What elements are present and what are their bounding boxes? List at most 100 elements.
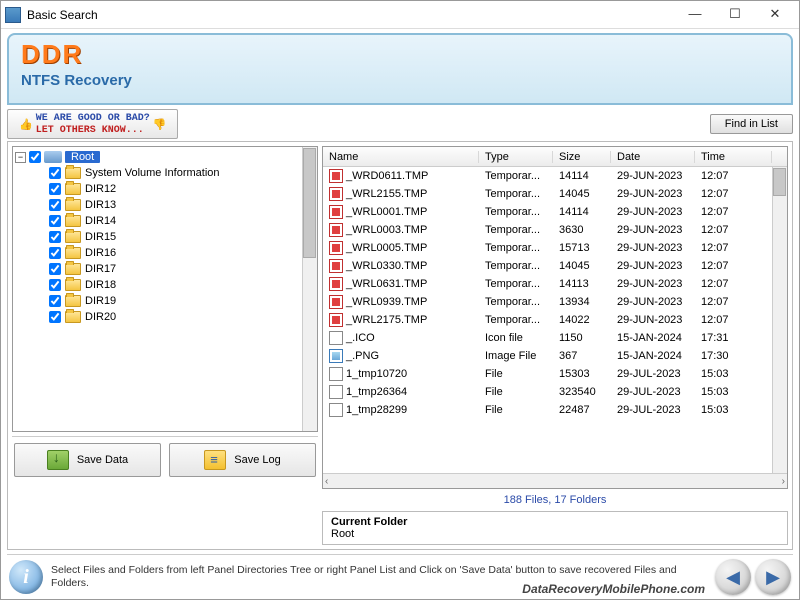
list-scrollbar-v[interactable] (772, 167, 787, 473)
cell-size: 14045 (553, 260, 611, 272)
cell-size: 367 (553, 350, 611, 362)
scroll-left-icon[interactable]: ‹ (325, 476, 328, 487)
cell-date: 29-JUL-2023 (611, 386, 695, 398)
list-row[interactable]: _WRD0611.TMPTemporar...1411429-JUN-20231… (323, 167, 787, 185)
list-row[interactable]: _WRL0001.TMPTemporar...1411429-JUN-20231… (323, 203, 787, 221)
tree-item[interactable]: DIR17 (49, 261, 315, 277)
back-button[interactable]: ◀ (715, 559, 751, 595)
tree-scrollbar-thumb[interactable] (303, 148, 316, 258)
list-row[interactable]: _.ICOIcon file115015-JAN-202417:31 (323, 329, 787, 347)
tree-root-row[interactable]: − Root (15, 151, 315, 163)
cell-type: Temporar... (479, 224, 553, 236)
tree-scrollbar[interactable] (302, 147, 317, 431)
tree-item[interactable]: DIR13 (49, 197, 315, 213)
tree-item[interactable]: System Volume Information (49, 165, 315, 181)
cell-date: 29-JUN-2023 (611, 314, 695, 326)
cell-type: Temporar... (479, 188, 553, 200)
tree-item[interactable]: DIR16 (49, 245, 315, 261)
tree-item[interactable]: DIR15 (49, 229, 315, 245)
maximize-button[interactable]: ☐ (715, 2, 755, 28)
list-row[interactable]: _WRL0631.TMPTemporar...1411329-JUN-20231… (323, 275, 787, 293)
cell-type: File (479, 404, 553, 416)
tree-item-label: DIR17 (85, 263, 116, 275)
cell-size: 14113 (553, 278, 611, 290)
cell-type: File (479, 386, 553, 398)
header-size[interactable]: Size (553, 151, 611, 163)
tree-item[interactable]: DIR18 (49, 277, 315, 293)
minimize-button[interactable]: — (675, 2, 715, 28)
tree-item-checkbox[interactable] (49, 295, 61, 307)
cell-date: 29-JUL-2023 (611, 404, 695, 416)
tree-item-checkbox[interactable] (49, 231, 61, 243)
list-row[interactable]: _.PNGImage File36715-JAN-202417:30 (323, 347, 787, 365)
feedback-button[interactable]: 👍 WE ARE GOOD OR BAD? LET OTHERS KNOW...… (7, 109, 178, 139)
cell-size: 3630 (553, 224, 611, 236)
folder-icon (65, 279, 81, 291)
list-scrollbar-h[interactable]: ‹› (323, 473, 787, 488)
list-row[interactable]: _WRL2175.TMPTemporar...1402229-JUN-20231… (323, 311, 787, 329)
tree-item-checkbox[interactable] (49, 263, 61, 275)
save-log-button[interactable]: Save Log (169, 443, 316, 477)
brand-logo: DDR (21, 39, 779, 70)
app-icon (5, 7, 21, 23)
folder-icon (65, 295, 81, 307)
file-icon (329, 331, 343, 345)
list-scrollbar-v-thumb[interactable] (773, 168, 786, 196)
tree-item-checkbox[interactable] (49, 167, 61, 179)
tree-item-label: DIR18 (85, 279, 116, 291)
save-data-button[interactable]: Save Data (14, 443, 161, 477)
directory-tree[interactable]: − Root System Volume InformationDIR12DIR… (12, 146, 318, 432)
tree-item-checkbox[interactable] (49, 183, 61, 195)
tree-item-checkbox[interactable] (49, 215, 61, 227)
list-row[interactable]: _WRL2155.TMPTemporar...1404529-JUN-20231… (323, 185, 787, 203)
cell-date: 29-JUL-2023 (611, 368, 695, 380)
footer: i Select Files and Folders from left Pan… (7, 554, 793, 595)
header-type[interactable]: Type (479, 151, 553, 163)
list-row[interactable]: _WRL0330.TMPTemporar...1404529-JUN-20231… (323, 257, 787, 275)
collapse-icon[interactable]: − (15, 152, 26, 163)
cell-type: Temporar... (479, 278, 553, 290)
tree-item[interactable]: DIR19 (49, 293, 315, 309)
tree-item-checkbox[interactable] (49, 247, 61, 259)
disk-icon (44, 151, 62, 163)
tree-item[interactable]: DIR12 (49, 181, 315, 197)
tree-item-checkbox[interactable] (49, 199, 61, 211)
list-row[interactable]: _WRL0003.TMPTemporar...363029-JUN-202312… (323, 221, 787, 239)
list-row[interactable]: 1_tmp26364File32354029-JUL-202315:03 (323, 383, 787, 401)
cell-type: Temporar... (479, 242, 553, 254)
cell-type: Temporar... (479, 296, 553, 308)
header-date[interactable]: Date (611, 151, 695, 163)
product-subtitle: NTFS Recovery (21, 72, 779, 89)
tree-item-label: DIR14 (85, 215, 116, 227)
titlebar: Basic Search — ☐ ✕ (1, 1, 799, 29)
header-time[interactable]: Time (695, 151, 772, 163)
root-checkbox[interactable] (29, 151, 41, 163)
main-panel: − Root System Volume InformationDIR12DIR… (7, 141, 793, 550)
file-icon (329, 385, 343, 399)
tree-item[interactable]: DIR20 (49, 309, 315, 325)
list-row[interactable]: _WRL0939.TMPTemporar...1393429-JUN-20231… (323, 293, 787, 311)
banner: DDR NTFS Recovery (7, 33, 793, 105)
list-row[interactable]: _WRL0005.TMPTemporar...1571329-JUN-20231… (323, 239, 787, 257)
cell-name: 1_tmp26364 (323, 385, 479, 399)
list-row[interactable]: 1_tmp28299File2248729-JUL-202315:03 (323, 401, 787, 419)
cell-name: _WRL0631.TMP (323, 277, 479, 291)
root-label[interactable]: Root (65, 151, 100, 163)
scroll-right-icon[interactable]: › (782, 476, 785, 487)
cell-size: 1150 (553, 332, 611, 344)
close-button[interactable]: ✕ (755, 2, 795, 28)
tree-item-checkbox[interactable] (49, 311, 61, 323)
folder-icon (65, 167, 81, 179)
status-summary: 188 Files, 17 Folders (322, 493, 788, 507)
file-list[interactable]: Name Type Size Date Time _WRD0611.TMPTem… (322, 146, 788, 489)
save-icon (47, 450, 69, 470)
find-in-list-button[interactable]: Find in List (710, 114, 793, 134)
list-row[interactable]: 1_tmp10720File1530329-JUL-202315:03 (323, 365, 787, 383)
save-log-label: Save Log (234, 454, 280, 466)
tree-item[interactable]: DIR14 (49, 213, 315, 229)
cell-name: _WRL0939.TMP (323, 295, 479, 309)
tree-item-checkbox[interactable] (49, 279, 61, 291)
header-name[interactable]: Name (323, 151, 479, 163)
next-button[interactable]: ▶ (755, 559, 791, 595)
folder-icon (65, 311, 81, 323)
